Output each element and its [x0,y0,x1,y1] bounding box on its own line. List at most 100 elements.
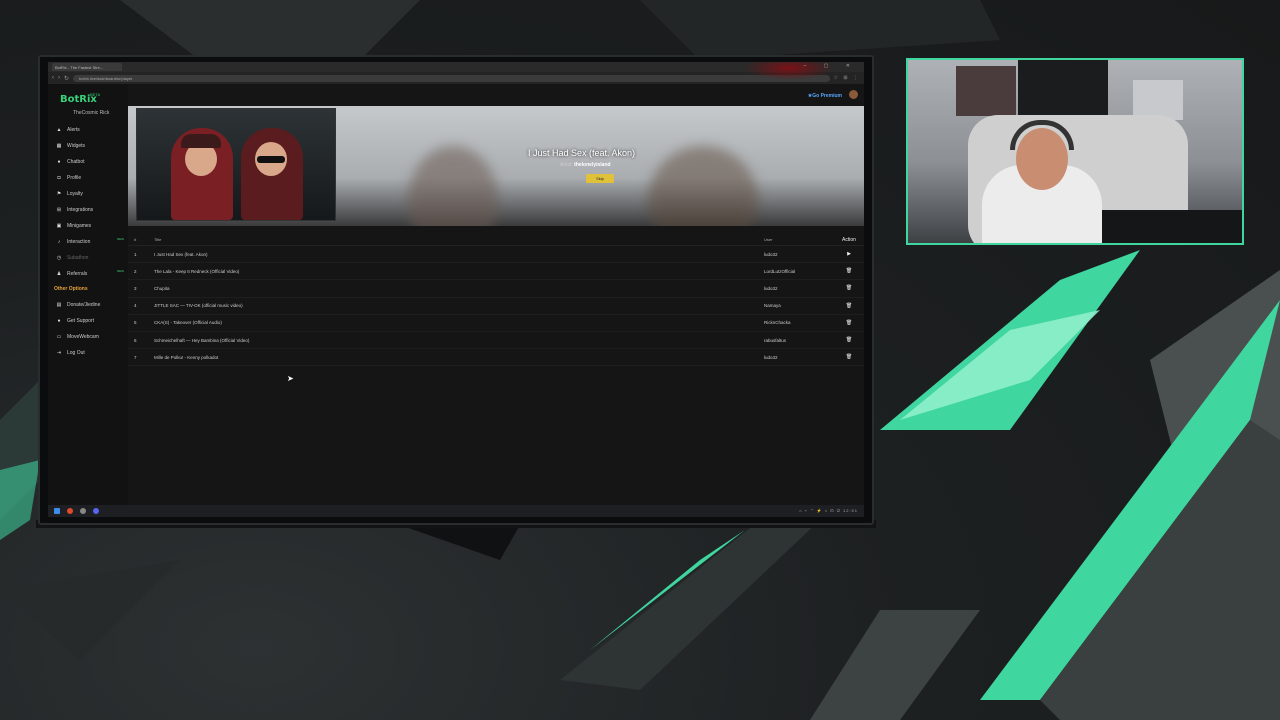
help-icon: ● [57,318,61,324]
other-options-heading: Other Options [54,286,88,292]
sidebar-item-label: Widgets [67,143,86,149]
thumbnail-background [137,109,335,220]
premium-label: Go Premium [812,93,842,99]
start-icon[interactable] [54,508,60,514]
webcam-overlay [906,58,1244,245]
url-input[interactable]: botrix.live/dashboard/sr/player [73,74,830,82]
skip-button[interactable]: Skip [586,174,614,183]
window-icon: ▭ [56,334,62,340]
trash-icon[interactable]: 🗑 [834,285,864,291]
trash-icon[interactable]: 🗑 [834,337,864,343]
table-row: 1 I Just Had Sex (feat. Akon) ludo32 ▶ [128,246,864,264]
sidebar-item-minigames[interactable]: ▣ Minigames [56,218,126,234]
play-icon[interactable]: ▶ [834,251,864,257]
cap [181,134,221,148]
sidebar-item-profile[interactable]: ◘ Profile [56,170,126,186]
back-icon[interactable]: ‹ [52,75,54,81]
col-title: Title [154,237,162,242]
row-title: I Just Had Sex (feat. Akon) [154,251,208,257]
sidebar-item-label: MoveWebcam [67,334,99,340]
users-icon: ♟ [56,271,62,277]
sidebar-item-integrations[interactable]: ⊞ Integrations [56,202,126,218]
bot-icon: ● [57,159,61,165]
row-num: 7 [134,354,137,360]
browser-tab[interactable]: BotRix - The Fastest Stre... [52,63,122,71]
os-taskbar: ⌂ ⌁ ⌃ ⚡ ⌂ ⊡ ⏻ 12:51 [48,505,864,517]
sidebar-item-loyalty[interactable]: ⚑ Loyalty [56,186,126,202]
grid-icon: ▦ [56,143,62,149]
sidebar-item-alerts[interactable]: ▲ Alerts [56,122,126,138]
row-user: Namaya [764,303,781,309]
clock-icon: ◷ [56,255,62,261]
row-user: ludo32 [764,354,778,360]
trash-icon[interactable]: 🗑 [834,268,864,274]
row-num: 1 [134,251,137,257]
sidebar-item-label: Subathon [67,255,89,261]
gift-icon: ⚑ [56,191,62,197]
sidebar-item-referrals[interactable]: ♟ Referrals NEW [56,266,126,282]
forward-icon[interactable]: › [58,75,60,81]
row-num: 3 [134,285,137,291]
reload-icon[interactable]: ↻ [64,75,69,82]
beta-badge: BETA [90,92,101,97]
sidebar-item-subathon[interactable]: ◷ Subathon [56,250,126,266]
sidebar-item-label: Chatbot [67,159,85,165]
discord-icon[interactable] [93,508,99,514]
col-num: # [134,237,137,242]
sidebar: BotRix BETA TheCosmic Rick ▲ Alerts ▦ Widg… [48,84,128,505]
artist-label: Artist: [560,162,573,168]
sidebar-item-label: Interaction [67,239,91,245]
address-bar-row: ‹ › ↻ botrix.live/dashboard/sr/player ☆ … [48,72,864,84]
row-user: rabusfaltus [764,337,787,343]
row-title: Schmeichelhaft — Hey Bambina (Official V… [154,337,250,343]
webcam-poster [1133,80,1183,120]
go-premium-link[interactable]: ★Go Premium [808,93,842,99]
plug-icon: ⊞ [56,207,62,213]
sidebar-item-movewebcam[interactable]: ▭ MoveWebcam [56,329,126,345]
table-row: 7 Mille de Polku! - Kenny polkadot ludo32 🗑 [128,349,864,367]
table-row: 6 Schmeichelhaft — Hey Bambina (Official … [128,332,864,350]
col-user: User [764,237,773,242]
sidebar-item-chatbot[interactable]: ● Chatbot [56,154,126,170]
window-controls[interactable]: – ▢ ✕ [804,63,858,69]
row-title: The Lala - Keep It Redneck (Official Vid… [154,268,240,274]
video-thumbnail[interactable] [136,108,336,221]
user-icon: ◘ [57,175,61,181]
sidebar-item-widgets[interactable]: ▦ Widgets [56,138,126,154]
row-title: CKA(S) - Takeover (Official Audio) [154,320,222,326]
trash-icon[interactable]: 🗑 [834,320,864,326]
sidebar-item-label: Alerts [67,127,80,133]
thumbnail-person [241,128,303,220]
system-tray[interactable]: ⌂ ⌁ ⌃ ⚡ ⌂ ⊡ ⏻ 12:51 [799,508,858,513]
row-num: 4 [134,303,137,309]
sidebar-item-support[interactable]: ● Get Support [56,313,126,329]
row-title: Mille de Polku! - Kenny polkadot [154,354,219,360]
sidebar-item-logout[interactable]: ⇥ Log Out [56,345,126,361]
sidebar-item-label: Minigames [67,223,92,229]
extension-icons[interactable]: ☆ ⊞ ⋮ [834,75,860,81]
row-num: 2 [134,268,137,274]
thumbnail-person [171,128,233,220]
now-playing-title: I Just Had Sex (feat. Akon) [528,148,636,158]
sidebar-item-donate[interactable]: ▤ Donate/Jiedine [56,297,126,313]
avatar[interactable] [849,90,858,99]
music-icon: ♪ [57,239,61,245]
sidebar-item-label: Integrations [67,207,94,213]
webcam-shelf [956,66,1016,116]
browser-icon[interactable] [67,508,73,514]
botrix-app: BotRix BETA TheCosmic Rick ▲ Alerts ▦ Widg… [48,84,864,505]
settings-icon[interactable] [80,508,86,514]
trash-icon[interactable]: 🗑 [834,303,864,309]
sidebar-item-label: Referrals [67,271,88,277]
row-user: LordLutzOfficial [764,268,796,274]
sidebar-item-interaction[interactable]: ♪ Interaction NEW [56,234,126,250]
trash-icon[interactable]: 🗑 [834,354,864,360]
stream-overlay: BotRix - The Fastest Stre... – ▢ ✕ ‹ › ↻… [0,0,1280,720]
sidebar-item-label: Loyalty [67,191,83,197]
table-row: 3 Chupita ludo32 🗑 [128,280,864,298]
row-user: ludo32 [764,251,778,257]
sidebar-item-label: Log Out [67,350,85,356]
row-user: RicknChacka [764,320,791,326]
bell-icon: ▲ [56,127,62,133]
top-bar: ★Go Premium [128,84,864,106]
